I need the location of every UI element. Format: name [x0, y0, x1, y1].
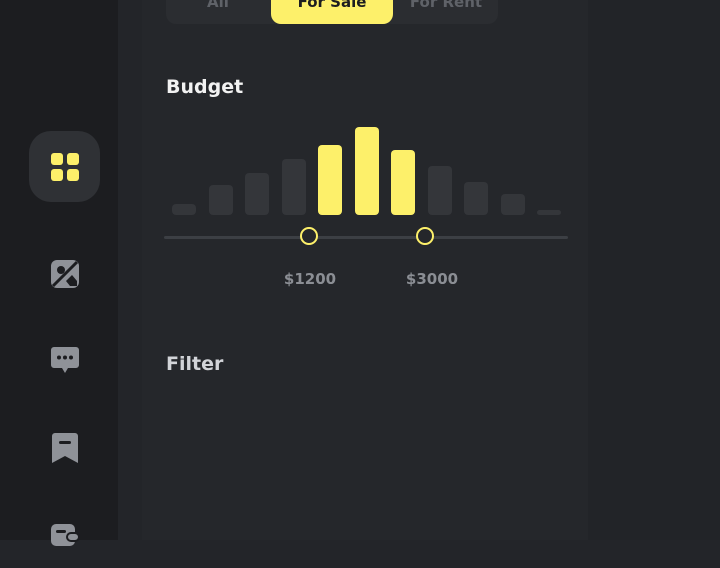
- grid-icon: [50, 152, 79, 181]
- chat-icon: [50, 346, 79, 373]
- histogram-bar: [172, 204, 196, 215]
- budget-min-handle[interactable]: [300, 227, 318, 245]
- histogram-bar: [281, 158, 306, 215]
- budget-max-label: $3000: [405, 270, 459, 288]
- histogram-bar: [245, 172, 269, 215]
- histogram-bar: [318, 144, 342, 215]
- sidebar-item-saved[interactable]: [29, 412, 100, 483]
- sidebar-item-dashboard[interactable]: [29, 131, 100, 202]
- histogram-bar: [537, 209, 561, 215]
- budget-range-track[interactable]: [164, 236, 568, 239]
- sidebar-item-map[interactable]: [29, 238, 100, 309]
- wallet-icon: [50, 523, 80, 546]
- budget-min-label: $1200: [283, 270, 337, 288]
- tab-for-rent[interactable]: For Rent: [394, 0, 498, 24]
- histogram-bar: [427, 165, 452, 215]
- histogram-bar: [391, 149, 415, 215]
- sidebar: [0, 0, 118, 546]
- sidebar-item-wallet[interactable]: [29, 497, 100, 568]
- histogram-bar: [464, 181, 488, 215]
- histogram-bar: [354, 127, 379, 215]
- histogram-bar: [208, 185, 233, 215]
- tab-all[interactable]: All: [166, 0, 270, 24]
- bookmark-icon: [51, 432, 78, 463]
- sidebar-item-messages[interactable]: [29, 324, 100, 395]
- listing-type-tabs: All For Sale For Rent: [166, 0, 498, 24]
- tab-for-sale[interactable]: For Sale: [271, 0, 393, 24]
- map-image-icon: [50, 259, 79, 288]
- background-area: [588, 0, 720, 540]
- budget-title: Budget: [166, 76, 244, 98]
- budget-max-handle[interactable]: [416, 227, 434, 245]
- histogram-bar: [500, 193, 525, 215]
- filter-title: Filter: [166, 353, 224, 375]
